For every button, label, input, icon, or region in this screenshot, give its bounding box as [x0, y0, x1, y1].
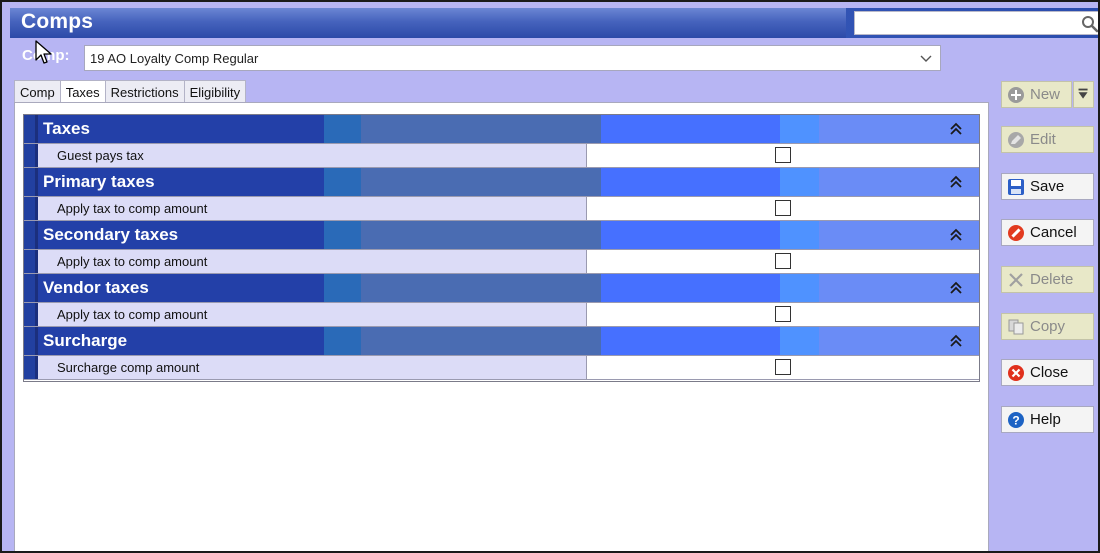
copy-button-label: Copy	[1030, 318, 1066, 335]
taxes-panel: Taxes Guest pays tax Primary taxes Apply…	[14, 102, 989, 551]
section-stripe	[24, 221, 38, 249]
window-title: Comps	[21, 10, 94, 33]
tab-taxes[interactable]: Taxes	[59, 80, 106, 104]
section-header: Surcharge	[24, 327, 979, 355]
section-header: Vendor taxes	[24, 274, 979, 302]
row-value-cell	[586, 144, 979, 167]
close-button[interactable]: Close	[1001, 359, 1094, 386]
primary-apply-tax-checkbox[interactable]	[775, 200, 791, 216]
search-icon[interactable]	[1081, 15, 1099, 33]
row-label: Surcharge comp amount	[38, 356, 586, 379]
comps-window: Comps Comp: 19 AO Loyalty Comp Regular C…	[0, 0, 1100, 553]
section-title: Surcharge	[43, 331, 128, 350]
row-value-cell	[586, 303, 979, 326]
copy-button[interactable]: Copy	[1001, 313, 1094, 340]
row-stripe	[24, 303, 38, 326]
tab-comp[interactable]: Comp	[14, 80, 61, 103]
section-stripe	[24, 327, 38, 355]
tab-bar: Comp Taxes Restrictions Eligibility	[14, 80, 247, 104]
save-button[interactable]: Save	[1001, 173, 1094, 200]
chevron-down-icon[interactable]	[920, 52, 932, 64]
new-button[interactable]: New	[1001, 81, 1072, 108]
arrow-down-icon	[1078, 88, 1088, 99]
section-stripe	[24, 168, 38, 196]
title-bar-band	[10, 8, 846, 38]
collapse-icon[interactable]	[949, 175, 963, 189]
row-label: Apply tax to comp amount	[38, 250, 586, 273]
table-row: Apply tax to comp amount	[24, 249, 979, 274]
row-label: Guest pays tax	[38, 144, 586, 167]
row-value-cell	[586, 197, 979, 220]
section-vendor-taxes: Vendor taxes Apply tax to comp amount	[24, 274, 979, 327]
collapse-icon[interactable]	[949, 281, 963, 295]
cancel-button-label: Cancel	[1030, 224, 1077, 241]
plus-circle-icon	[1008, 86, 1024, 103]
mouse-cursor-icon	[35, 40, 52, 64]
delete-button[interactable]: Delete	[1001, 266, 1094, 293]
close-button-label: Close	[1030, 364, 1069, 381]
guest-pays-tax-checkbox[interactable]	[775, 147, 791, 163]
table-row: Apply tax to comp amount	[24, 302, 979, 327]
section-title: Taxes	[43, 119, 90, 138]
section-taxes: Taxes Guest pays tax	[24, 115, 979, 168]
title-bar: Comps	[10, 8, 1099, 38]
section-title: Primary taxes	[43, 172, 155, 191]
collapse-icon[interactable]	[949, 228, 963, 242]
cancel-button[interactable]: Cancel	[1001, 219, 1094, 246]
section-header: Secondary taxes	[24, 221, 979, 249]
secondary-apply-tax-checkbox[interactable]	[775, 253, 791, 269]
vendor-apply-tax-checkbox[interactable]	[775, 306, 791, 322]
svg-text:?: ?	[1012, 413, 1019, 427]
new-button-label: New	[1030, 86, 1061, 103]
section-header: Taxes	[24, 115, 979, 143]
row-stripe	[24, 197, 38, 220]
section-stripe	[24, 274, 38, 302]
comp-dropdown-value: 19 AO Loyalty Comp Regular	[90, 51, 259, 66]
edit-button-label: Edit	[1030, 131, 1056, 148]
row-stripe	[24, 250, 38, 273]
x-icon	[1009, 272, 1023, 287]
help-button[interactable]: ? Help	[1001, 406, 1094, 433]
tab-restrictions[interactable]: Restrictions	[104, 80, 185, 103]
collapse-icon[interactable]	[949, 122, 963, 136]
no-entry-icon	[1008, 224, 1024, 241]
table-row: Apply tax to comp amount	[24, 196, 979, 221]
close-circle-icon	[1008, 364, 1024, 381]
new-dropdown-button[interactable]	[1073, 81, 1094, 108]
section-header: Primary taxes	[24, 168, 979, 196]
row-value-cell	[586, 356, 979, 379]
delete-button-label: Delete	[1030, 271, 1074, 288]
collapse-icon[interactable]	[949, 334, 963, 348]
row-stripe	[24, 144, 38, 167]
question-circle-icon: ?	[1008, 411, 1024, 428]
floppy-disk-icon	[1008, 178, 1024, 195]
help-button-label: Help	[1030, 411, 1061, 428]
edit-button[interactable]: Edit	[1001, 126, 1094, 153]
copy-icon	[1008, 319, 1024, 334]
pencil-icon	[1008, 131, 1024, 148]
search-input[interactable]	[854, 11, 1099, 35]
taxes-grid: Taxes Guest pays tax Primary taxes Apply…	[23, 114, 980, 382]
section-primary-taxes: Primary taxes Apply tax to comp amount	[24, 168, 979, 221]
section-secondary-taxes: Secondary taxes Apply tax to comp amount	[24, 221, 979, 274]
section-stripe	[24, 115, 38, 143]
row-label: Apply tax to comp amount	[38, 303, 586, 326]
tab-eligibility[interactable]: Eligibility	[183, 80, 247, 103]
section-title: Vendor taxes	[43, 278, 149, 297]
surcharge-comp-checkbox[interactable]	[775, 359, 791, 375]
section-surcharge: Surcharge Surcharge comp amount	[24, 327, 979, 380]
table-row: Guest pays tax	[24, 143, 979, 168]
row-label: Apply tax to comp amount	[38, 197, 586, 220]
save-button-label: Save	[1030, 178, 1065, 195]
table-row: Surcharge comp amount	[24, 355, 979, 380]
section-title: Secondary taxes	[43, 225, 179, 244]
row-stripe	[24, 356, 38, 379]
comp-dropdown[interactable]: 19 AO Loyalty Comp Regular	[84, 45, 941, 71]
row-value-cell	[586, 250, 979, 273]
